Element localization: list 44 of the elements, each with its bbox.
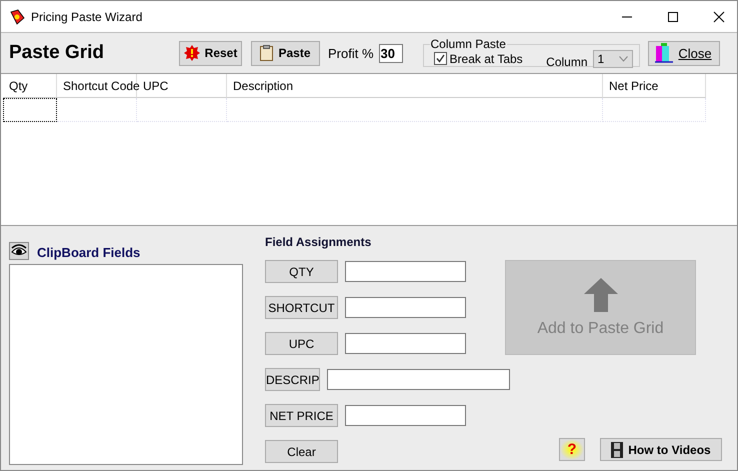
check-icon — [436, 54, 445, 63]
clipboard-fields-title: ClipBoard Fields — [37, 245, 140, 260]
maximize-icon[interactable] — [667, 10, 679, 22]
app-logo-icon — [9, 8, 25, 24]
field-button[interactable]: SHORTCUT — [265, 296, 338, 319]
paste-button[interactable]: Paste — [251, 40, 320, 66]
clipboard-fields-list[interactable] — [9, 264, 243, 465]
field-input[interactable] — [327, 369, 510, 390]
column-header[interactable]: Net Price — [603, 74, 706, 98]
field-input[interactable] — [345, 333, 466, 354]
close-icon[interactable] — [713, 10, 725, 22]
how-to-videos-button[interactable]: How to Videos — [600, 438, 722, 461]
column-dropdown[interactable]: 1 — [592, 50, 633, 68]
eye-icon — [9, 242, 29, 260]
column-paste-legend: Column Paste — [430, 37, 507, 51]
field-button[interactable]: DESCRIP — [265, 368, 320, 391]
paste-grid-heading: Paste Grid — [9, 42, 106, 64]
alert-burst-icon — [184, 45, 200, 61]
break-at-tabs-checkbox[interactable]: Break at Tabs — [434, 52, 523, 66]
column-header[interactable]: Description — [227, 74, 603, 98]
grid-cell[interactable] — [3, 98, 57, 122]
field-assignments-title: Field Assignments — [265, 235, 372, 249]
up-arrow-icon — [584, 278, 618, 312]
field-input[interactable] — [345, 261, 466, 282]
column-header[interactable]: Qty — [3, 74, 57, 98]
window-title: Pricing Paste Wizard — [31, 10, 142, 24]
close-button[interactable]: Close — [648, 40, 720, 66]
dropdown-caret-icon — [618, 56, 628, 62]
column-label: Column — [546, 54, 588, 68]
door-icon — [655, 43, 674, 63]
film-strip-icon — [611, 442, 624, 458]
field-button[interactable]: QTY — [265, 260, 338, 283]
reset-button[interactable]: Reset — [179, 40, 242, 66]
profit-field[interactable]: 30 — [378, 44, 403, 62]
field-button[interactable]: UPC — [265, 332, 338, 355]
field-input[interactable] — [345, 405, 466, 426]
clipboard-icon — [260, 45, 274, 61]
field-input[interactable] — [345, 297, 466, 318]
checkbox-box[interactable] — [434, 52, 447, 65]
field-button[interactable]: NET PRICE — [265, 404, 338, 427]
column-header[interactable]: Shortcut Code — [57, 74, 137, 98]
help-button[interactable]: ? — [559, 438, 585, 461]
profit-label: Profit % — [328, 46, 374, 60]
clear-button[interactable]: Clear — [265, 440, 338, 463]
